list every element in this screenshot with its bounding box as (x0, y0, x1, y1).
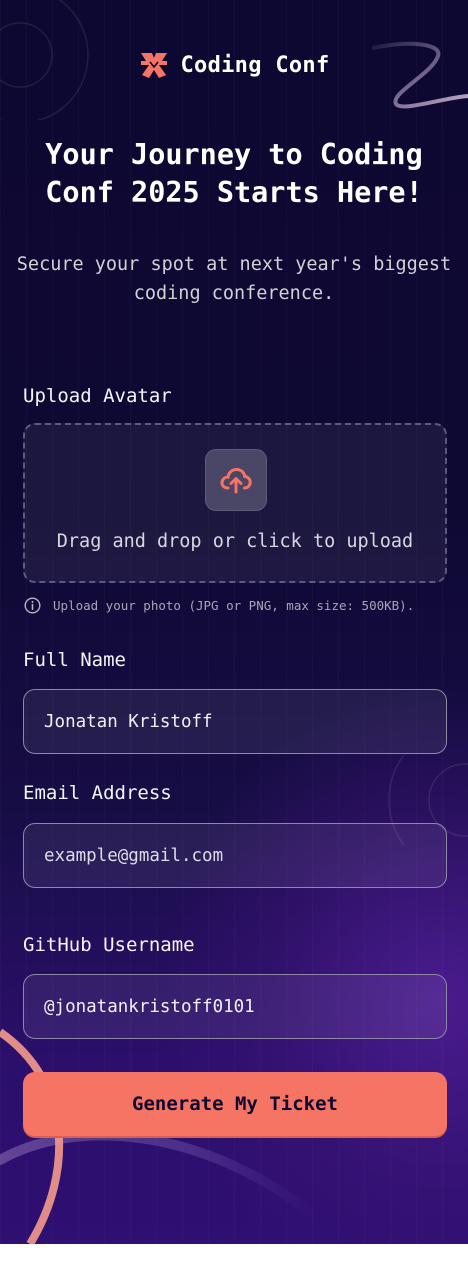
generate-ticket-button[interactable]: Generate My Ticket (23, 1072, 447, 1136)
avatar-hint: Upload your photo (JPG or PNG, max size:… (24, 597, 414, 614)
coding-conf-logo-icon (140, 53, 167, 78)
brand-logo: Coding Conf (0, 50, 468, 80)
github-input[interactable] (23, 974, 447, 1039)
avatar-hint-text: Upload your photo (JPG or PNG, max size:… (53, 598, 415, 613)
full-name-input[interactable] (23, 689, 447, 754)
full-name-label: Full Name (23, 649, 126, 671)
page-subtitle: Secure your spot at next year's biggest … (16, 254, 452, 304)
dropzone-text: Drag and drop or click to upload (56, 531, 414, 552)
email-input[interactable] (23, 823, 447, 888)
github-label: GitHub Username (23, 934, 195, 956)
cloud-upload-icon (220, 467, 252, 494)
logo-text: Coding Conf (180, 52, 330, 78)
email-label: Email Address (23, 782, 172, 804)
avatar-dropzone[interactable]: Drag and drop or click to upload (23, 423, 447, 583)
page-title: Your Journey to Coding Conf 2025 Starts … (45, 138, 423, 209)
upload-button[interactable] (205, 449, 267, 511)
ticket-form-screen: Coding Conf Your Journey to Coding Conf … (0, 0, 468, 1244)
avatar-label: Upload Avatar (23, 385, 172, 407)
info-icon (24, 597, 41, 614)
